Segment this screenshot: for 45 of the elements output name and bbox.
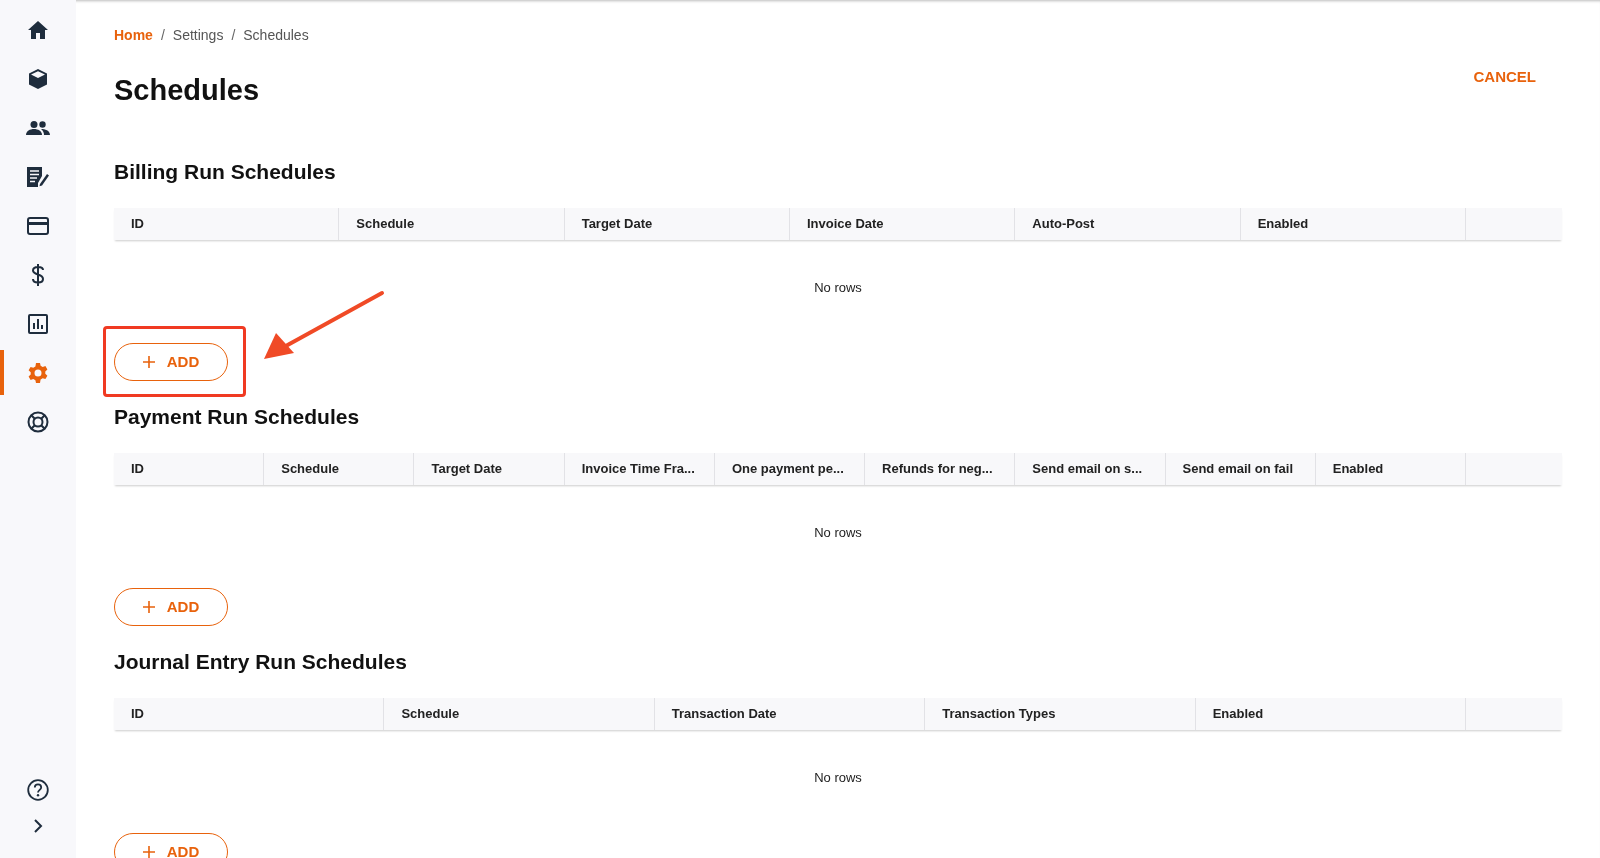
column-header[interactable]: Target Date [564, 208, 790, 240]
column-header[interactable]: ID [114, 698, 385, 730]
column-header[interactable]: Target Date [414, 453, 565, 485]
column-header[interactable]: Enabled [1315, 453, 1466, 485]
people-icon[interactable] [26, 120, 50, 135]
column-header[interactable]: Transaction Date [654, 698, 926, 730]
home-icon[interactable] [28, 20, 48, 39]
column-header[interactable]: ID [114, 453, 265, 485]
column-header[interactable]: Enabled [1240, 208, 1466, 240]
column-header[interactable]: Enabled [1195, 698, 1467, 730]
breadcrumb-separator: / [231, 26, 236, 45]
breadcrumb-item: Schedules [243, 26, 309, 45]
column-header[interactable]: Send email on s... [1015, 453, 1166, 485]
lifebuoy-icon[interactable] [27, 410, 49, 433]
settings-icon[interactable] [28, 362, 48, 383]
empty-message: No rows [814, 769, 862, 788]
document-icon[interactable] [27, 166, 49, 187]
column-header[interactable]: Invoice Time Fra... [564, 453, 715, 485]
bar-chart-icon[interactable] [28, 313, 48, 334]
page-title: Schedules [114, 73, 260, 108]
credit-card-icon[interactable] [27, 216, 49, 235]
plus-icon [142, 846, 155, 858]
column-header[interactable]: Send email on fail [1165, 453, 1316, 485]
empty-message: No rows [814, 279, 862, 298]
chevron-right-icon[interactable] [33, 819, 43, 833]
dollar-icon[interactable] [31, 263, 45, 286]
column-header[interactable]: ID [114, 208, 340, 240]
column-header[interactable]: Refunds for neg... [865, 453, 1016, 485]
breadcrumb-separator: / [160, 26, 165, 45]
column-header[interactable]: Transaction Types [925, 698, 1196, 730]
empty-message: No rows [814, 524, 862, 543]
breadcrumb-item: Settings [172, 26, 224, 45]
column-header[interactable]: Invoice Date [790, 208, 1016, 240]
cube-icon[interactable] [29, 68, 47, 89]
section-title: Payment Run Schedules [114, 405, 361, 429]
column-header[interactable]: Schedule [339, 208, 565, 240]
column-header[interactable]: Schedule [384, 698, 655, 730]
plus-icon [142, 356, 155, 368]
section-title: Journal Entry Run Schedules [114, 650, 408, 674]
column-header[interactable]: Auto-Post [1015, 208, 1241, 240]
plus-icon [142, 601, 155, 613]
help-icon[interactable] [27, 779, 49, 801]
column-header[interactable]: One payment pe... [714, 453, 866, 485]
section-title: Billing Run Schedules [114, 160, 337, 184]
column-header[interactable]: Schedule [264, 453, 415, 485]
